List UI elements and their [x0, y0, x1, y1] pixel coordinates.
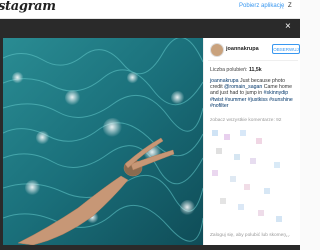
avatar[interactable] — [210, 43, 224, 57]
blurred-comment — [258, 210, 264, 216]
hashtag[interactable]: #nofilter — [210, 103, 228, 109]
post-photo[interactable] — [3, 38, 203, 245]
blurred-comment — [240, 130, 246, 136]
blurred-comment — [264, 188, 270, 194]
blurred-comment — [244, 184, 250, 190]
caption-credit[interactable]: @romain_sagan — [224, 84, 262, 90]
likes-value: 11,5k — [248, 67, 262, 73]
hashtag[interactable]: #twist — [210, 97, 223, 103]
caption-username[interactable]: joannakrupa — [210, 78, 239, 84]
post-sidebar: joannakrupa OBSERWUJ Liczba polubień: 11… — [203, 38, 301, 245]
blurred-comment — [216, 148, 222, 154]
top-bar: stagram Pobierz aplikację Z — [0, 0, 300, 19]
more-options-icon[interactable]: ... — [284, 233, 289, 239]
hashtag[interactable]: #sunshine — [269, 97, 293, 103]
blurred-comment — [224, 134, 230, 140]
blurred-comment — [230, 176, 236, 182]
blurred-comment — [276, 216, 282, 222]
get-app-link[interactable]: Pobierz aplikację — [239, 3, 284, 9]
post-username[interactable]: joannakrupa — [226, 46, 259, 52]
pool-swimmer-image — [3, 38, 203, 245]
view-comments-link[interactable]: zobacz wszystkie komentarze: 92 — [210, 118, 281, 123]
post-caption: joannakrupa Just because photo credit @r… — [210, 78, 296, 109]
blurred-comment — [212, 170, 218, 176]
close-icon[interactable]: × — [285, 21, 291, 32]
blurred-comment — [212, 130, 218, 136]
blurred-comment — [220, 198, 226, 204]
signup-link[interactable]: Z — [288, 3, 292, 9]
post-modal: joannakrupa OBSERWUJ Liczba polubień: 11… — [3, 38, 300, 245]
likes-count: Liczba polubień: 11,5k — [210, 67, 262, 73]
blurred-comment — [250, 158, 256, 164]
blurred-comment — [256, 138, 262, 144]
instagram-logo[interactable]: stagram — [0, 0, 56, 14]
follow-button[interactable]: OBSERWUJ — [272, 44, 300, 54]
hashtag[interactable]: #summer — [225, 97, 247, 103]
hashtag[interactable]: #justkiss — [248, 97, 268, 103]
divider — [208, 60, 298, 61]
blurred-comment — [234, 154, 240, 160]
blurred-comment — [274, 162, 280, 168]
blurred-comment — [238, 204, 244, 210]
login-to-comment-link[interactable]: Zaloguj się, aby polubić lub skomen... — [210, 233, 290, 238]
hashtag[interactable]: #skinnydip — [264, 90, 289, 96]
likes-label: Liczba polubień: — [210, 67, 248, 73]
